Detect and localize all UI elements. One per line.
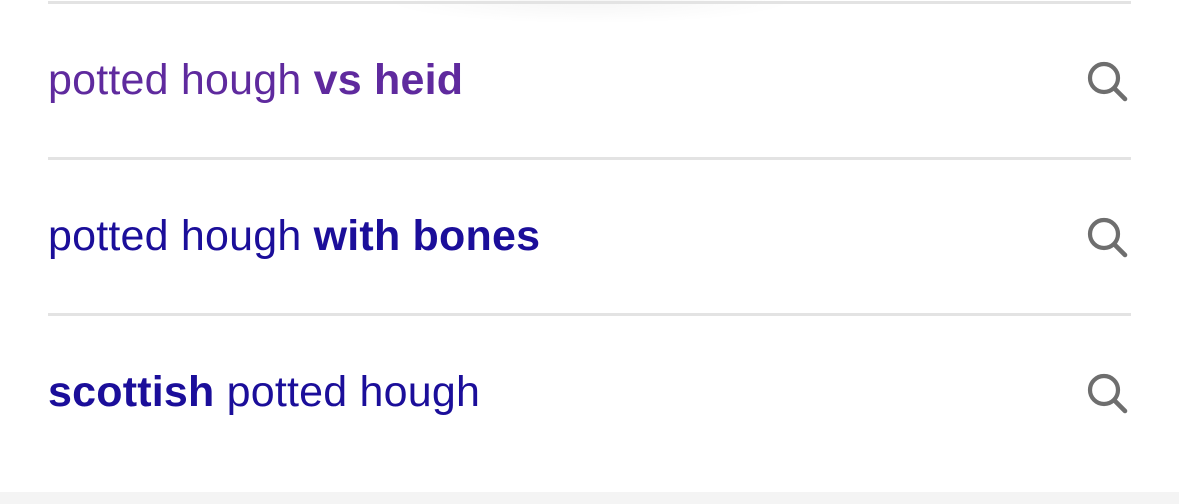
suggestion-text: scottish potted hough: [48, 368, 480, 417]
search-icon-glyph: [1087, 373, 1128, 413]
suggestion-bold-part: with bones: [313, 212, 541, 260]
suggestion-row[interactable]: scottish potted hough: [48, 316, 1131, 469]
search-icon-glyph: [1087, 217, 1128, 257]
suggestion-part: potted hough: [214, 368, 481, 416]
suggestion-list: potted hough vs heid potted hough with b…: [48, 4, 1131, 469]
search-icon[interactable]: [1083, 213, 1131, 261]
suggestion-row[interactable]: potted hough with bones: [48, 160, 1131, 316]
related-searches-panel: potted hough vs heid potted hough with b…: [0, 0, 1179, 504]
search-icon-glyph: [1087, 61, 1128, 101]
suggestion-part: potted hough: [48, 56, 314, 104]
suggestion-text: potted hough vs heid: [48, 56, 463, 105]
suggestion-row[interactable]: potted hough vs heid: [48, 4, 1131, 160]
footer-band: [0, 492, 1179, 504]
search-icon[interactable]: [1083, 57, 1131, 105]
suggestion-bold-part: scottish: [48, 368, 215, 416]
search-icon[interactable]: [1083, 369, 1131, 417]
suggestion-bold-part: vs heid: [313, 56, 464, 104]
suggestion-text: potted hough with bones: [48, 212, 540, 261]
suggestion-part: potted hough: [48, 212, 314, 260]
